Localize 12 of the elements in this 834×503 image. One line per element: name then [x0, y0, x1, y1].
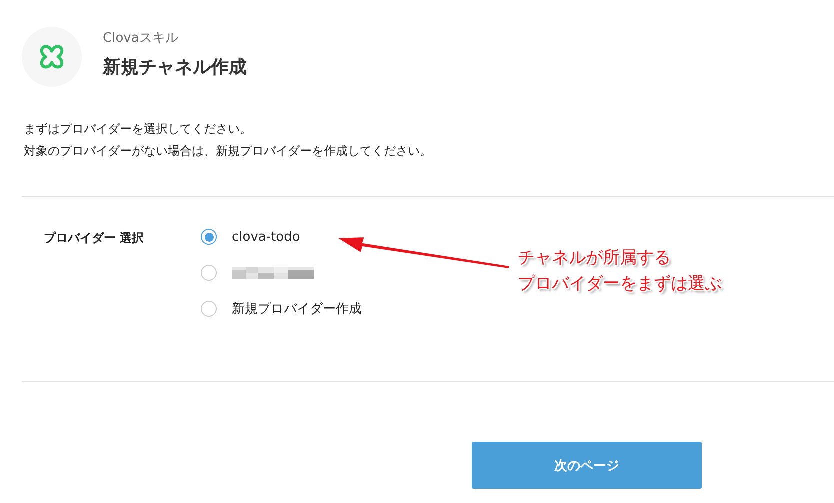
annotation-text: プロバイダーをまずは選ぶ — [518, 273, 722, 296]
radio-button[interactable] — [201, 265, 217, 281]
page-title: 新規チャネル作成 — [103, 56, 247, 79]
radio-button[interactable] — [201, 229, 217, 245]
radio-button[interactable] — [201, 301, 217, 317]
instruction-text: 対象のプロバイダーがない場合は、新規プロバイダーを作成してください。 — [24, 143, 433, 160]
instruction-text: まずはプロバイダーを選択してください。 — [24, 121, 253, 138]
option-label[interactable]: 新規プロバイダー作成 — [232, 300, 362, 318]
field-label: プロバイダー 選択 — [44, 230, 146, 247]
option-label[interactable]: clova-todo — [232, 230, 300, 244]
subtitle: Clovaスキル — [103, 30, 180, 47]
annotation-text: チャネルが所属する — [518, 247, 672, 270]
